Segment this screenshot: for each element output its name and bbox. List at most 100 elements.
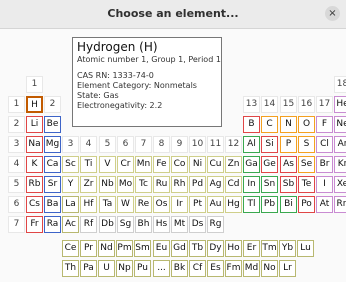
element-bk[interactable]: Bk — [171, 260, 188, 277]
element-he[interactable]: He — [334, 96, 346, 113]
element-p[interactable]: P — [280, 136, 297, 153]
element-pd[interactable]: Pd — [189, 176, 206, 193]
element-pb[interactable]: Pb — [261, 196, 278, 213]
element-np[interactable]: Np — [116, 260, 133, 277]
element-fe[interactable]: Fe — [153, 156, 170, 173]
element-ag[interactable]: Ag — [207, 176, 224, 193]
element-hf[interactable]: Hf — [80, 196, 97, 213]
element-pa[interactable]: Pa — [80, 260, 97, 277]
element-dy[interactable]: Dy — [207, 240, 224, 257]
element-c[interactable]: C — [261, 116, 278, 133]
element-cu[interactable]: Cu — [207, 156, 224, 173]
element-si[interactable]: Si — [261, 136, 278, 153]
element-nd[interactable]: Nd — [98, 240, 115, 257]
element-ti[interactable]: Ti — [80, 156, 97, 173]
element-v[interactable]: V — [99, 156, 116, 173]
element-cf[interactable]: Cf — [189, 260, 206, 277]
element-at[interactable]: At — [316, 196, 333, 213]
element-sr[interactable]: Sr — [44, 176, 61, 193]
element-md[interactable]: Md — [243, 260, 260, 277]
element-ni[interactable]: Ni — [189, 156, 206, 173]
element-hs[interactable]: Hs — [153, 216, 170, 233]
element-u[interactable]: U — [98, 260, 115, 277]
element-br[interactable]: Br — [316, 156, 333, 173]
element-rf[interactable]: Rf — [80, 216, 97, 233]
element-ca[interactable]: Ca — [44, 156, 61, 173]
element-h[interactable]: H — [26, 96, 43, 113]
element-ba[interactable]: Ba — [44, 196, 61, 213]
element-yb[interactable]: Yb — [279, 240, 296, 257]
element-ar[interactable]: Ar — [334, 136, 346, 153]
element-y[interactable]: Y — [62, 176, 79, 193]
element-hg[interactable]: Hg — [225, 196, 242, 213]
element-mg[interactable]: Mg — [44, 136, 61, 153]
element-co[interactable]: Co — [171, 156, 188, 173]
element-ru[interactable]: Ru — [153, 176, 170, 193]
element-tb[interactable]: Tb — [189, 240, 206, 257]
element-zn[interactable]: Zn — [225, 156, 242, 173]
element-ho[interactable]: Ho — [225, 240, 242, 257]
element-te[interactable]: Te — [298, 176, 315, 193]
element-es[interactable]: Es — [207, 260, 224, 277]
element-rn[interactable]: Rn — [334, 196, 346, 213]
element-rh[interactable]: Rh — [171, 176, 188, 193]
element-mo[interactable]: Mo — [117, 176, 134, 193]
element-sb[interactable]: Sb — [280, 176, 297, 193]
element-nb[interactable]: Nb — [99, 176, 116, 193]
element-cd[interactable]: Cd — [225, 176, 242, 193]
element-o[interactable]: O — [298, 116, 315, 133]
element-mn[interactable]: Mn — [135, 156, 152, 173]
element-kr[interactable]: Kr — [334, 156, 346, 173]
element-re[interactable]: Re — [135, 196, 152, 213]
element-pt[interactable]: Pt — [189, 196, 206, 213]
element-sc[interactable]: Sc — [62, 156, 79, 173]
element-pu[interactable]: Pu — [134, 260, 151, 277]
element-rb[interactable]: Rb — [26, 176, 43, 193]
element-bh[interactable]: Bh — [135, 216, 152, 233]
element-gd[interactable]: Gd — [171, 240, 188, 257]
element-b[interactable]: B — [243, 116, 260, 133]
element-cr[interactable]: Cr — [117, 156, 134, 173]
element-tl[interactable]: Tl — [243, 196, 260, 213]
element-fr[interactable]: Fr — [26, 216, 43, 233]
element-ac[interactable]: Ac — [62, 216, 79, 233]
element-pm[interactable]: Pm — [116, 240, 133, 257]
element-bi[interactable]: Bi — [280, 196, 297, 213]
element-cl[interactable]: Cl — [316, 136, 333, 153]
element-ir[interactable]: Ir — [171, 196, 188, 213]
element-w[interactable]: W — [117, 196, 134, 213]
element-k[interactable]: K — [26, 156, 43, 173]
element-sg[interactable]: Sg — [117, 216, 134, 233]
element-er[interactable]: Er — [243, 240, 260, 257]
element-na[interactable]: Na — [26, 136, 43, 153]
element-in[interactable]: In — [243, 176, 260, 193]
element-au[interactable]: Au — [207, 196, 224, 213]
element-no[interactable]: No — [261, 260, 278, 277]
element-sm[interactable]: Sm — [134, 240, 151, 257]
element-la[interactable]: La — [62, 196, 79, 213]
element-li[interactable]: Li — [26, 116, 43, 133]
element-ne[interactable]: Ne — [334, 116, 346, 133]
element-ds[interactable]: Ds — [189, 216, 206, 233]
element-tm[interactable]: Tm — [261, 240, 278, 257]
element-s[interactable]: S — [298, 136, 315, 153]
element-th[interactable]: Th — [62, 260, 79, 277]
element-eu[interactable]: Eu — [153, 240, 170, 257]
element-po[interactable]: Po — [298, 196, 315, 213]
element-cs[interactable]: Cs — [26, 196, 43, 213]
element-os[interactable]: Os — [153, 196, 170, 213]
element-pr[interactable]: Pr — [80, 240, 97, 257]
element-ge[interactable]: Ge — [261, 156, 278, 173]
element-lu[interactable]: Lu — [297, 240, 314, 257]
close-button[interactable]: × — [325, 6, 340, 21]
element-f[interactable]: F — [316, 116, 333, 133]
element-zr[interactable]: Zr — [80, 176, 97, 193]
element-ce[interactable]: Ce — [62, 240, 79, 257]
element-lr[interactable]: Lr — [279, 260, 296, 277]
element-ga[interactable]: Ga — [243, 156, 260, 173]
element-ta[interactable]: Ta — [99, 196, 116, 213]
element-sn[interactable]: Sn — [261, 176, 278, 193]
element-mt[interactable]: Mt — [171, 216, 188, 233]
element-fm[interactable]: Fm — [225, 260, 242, 277]
element-xe[interactable]: Xe — [334, 176, 346, 193]
